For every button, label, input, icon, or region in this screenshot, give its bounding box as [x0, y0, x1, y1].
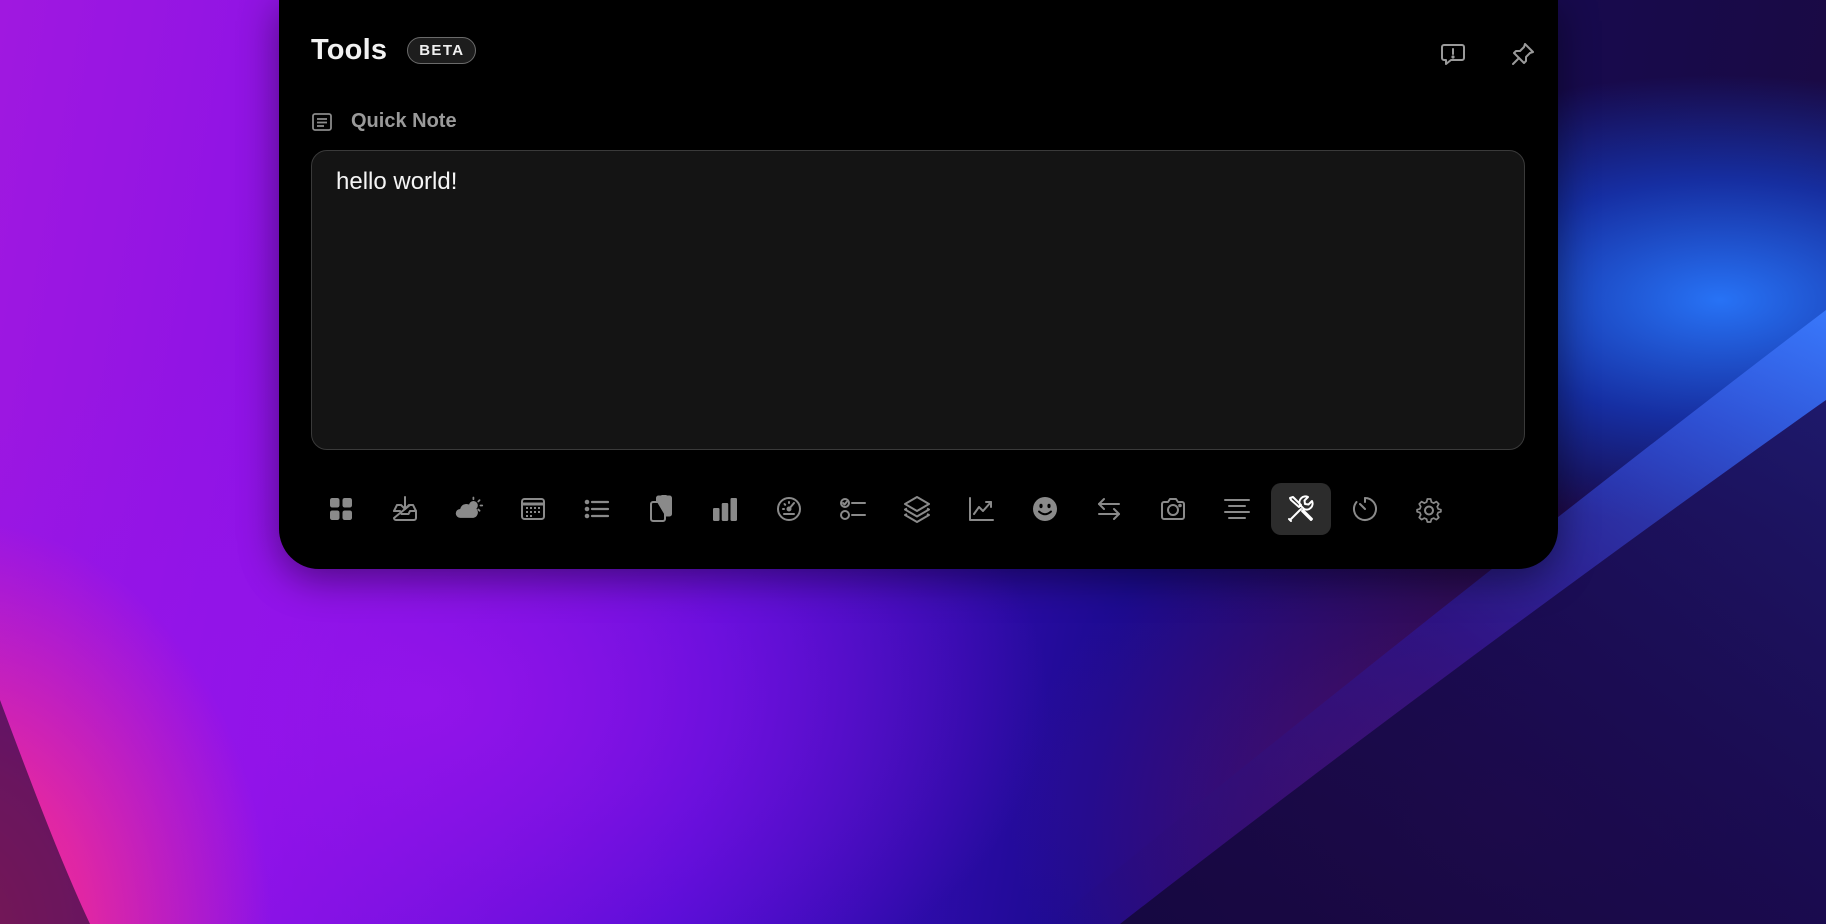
tool-inbox[interactable]: [375, 483, 435, 535]
feedback-button[interactable]: [1435, 36, 1471, 72]
tool-gauge[interactable]: [759, 483, 819, 535]
gauge-icon: [777, 497, 801, 521]
list-icon: [584, 499, 610, 519]
tool-switcher-bar: [311, 483, 1463, 535]
panel-header: Tools BETA: [311, 34, 476, 67]
tool-calendar[interactable]: [503, 483, 563, 535]
tool-camera[interactable]: [1143, 483, 1203, 535]
tools-icon: [1288, 495, 1314, 522]
tool-checklist[interactable]: [823, 483, 883, 535]
checklist-icon: [840, 498, 866, 520]
settings-gear-icon: [1416, 498, 1442, 523]
note-textarea[interactable]: [312, 151, 1524, 449]
panel-title: Tools: [311, 34, 388, 66]
feedback-icon: [1441, 44, 1465, 65]
pin-icon: [1512, 43, 1534, 65]
tool-tools[interactable]: [1271, 483, 1331, 535]
tool-clipboard[interactable]: [631, 483, 691, 535]
tool-emoji[interactable]: [1015, 483, 1075, 535]
tool-trends[interactable]: [951, 483, 1011, 535]
swap-arrows-icon: [1098, 498, 1120, 520]
layers-icon: [904, 496, 930, 523]
emoji-icon: [1033, 497, 1057, 521]
camera-icon: [1161, 498, 1185, 520]
pin-button[interactable]: [1505, 36, 1541, 72]
quick-note-label: Quick Note: [311, 110, 457, 133]
tool-weather[interactable]: [439, 483, 499, 535]
section-title: Quick Note: [351, 110, 457, 132]
timer-icon: [1353, 497, 1377, 521]
clipboard-icon: [650, 495, 672, 522]
note-editor[interactable]: [311, 150, 1525, 450]
tool-convert[interactable]: [1079, 483, 1139, 535]
tool-settings[interactable]: [1399, 483, 1459, 535]
beta-badge: BETA: [407, 37, 476, 64]
tool-stats[interactable]: [695, 483, 755, 535]
align-center-icon: [1224, 499, 1250, 519]
tool-layers[interactable]: [887, 483, 947, 535]
calendar-icon: [521, 498, 545, 520]
tool-list[interactable]: [567, 483, 627, 535]
tool-widgets[interactable]: [311, 483, 371, 535]
tools-panel: Tools BETA Quick Note: [279, 0, 1558, 569]
tool-timer[interactable]: [1335, 483, 1395, 535]
bar-chart-icon: [713, 498, 737, 521]
inbox-download-icon: [393, 496, 417, 521]
note-icon: [312, 112, 332, 131]
weather-icon: [455, 496, 484, 518]
tool-text-align[interactable]: [1207, 483, 1267, 535]
widgets-grid-icon: [330, 498, 352, 520]
line-chart-icon: [969, 497, 994, 521]
